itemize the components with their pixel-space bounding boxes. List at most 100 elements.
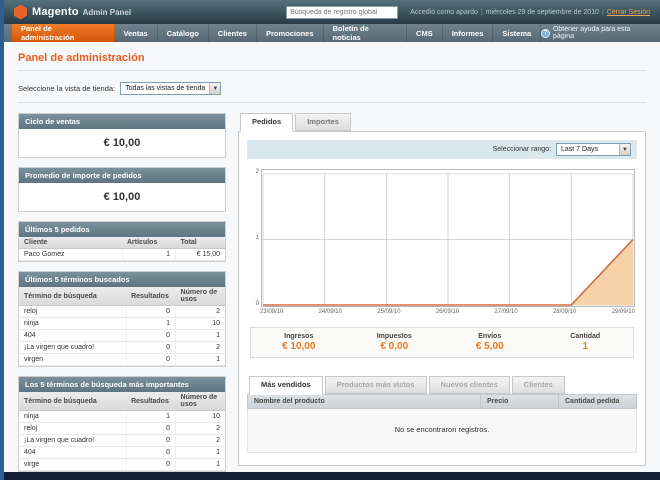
global-search-input[interactable]	[286, 5, 399, 19]
search-term: ninja	[19, 317, 127, 330]
nav-item-boletin[interactable]: Boletín de noticias	[324, 24, 408, 42]
y-tick-label: 0	[255, 301, 259, 307]
search-term: ¡La virgen que cuadro!	[19, 434, 127, 447]
logged-in-as: Accedió como apardo	[410, 8, 478, 16]
store-view-select[interactable]: Todas las vistas de tienda ▼	[120, 82, 222, 95]
stat-label: Ingresos	[284, 333, 314, 340]
order-items: 1	[121, 248, 176, 261]
x-tick-label: 28/09/10	[552, 309, 577, 315]
get-help-link[interactable]: ? Obtener ayuda para esta página	[541, 24, 660, 42]
main-navigation: Panel de administración Ventas Catálogo …	[4, 24, 660, 42]
search-term: reloj	[19, 305, 127, 318]
order-total: € 15,00	[175, 248, 225, 261]
range-bar: Seleccionar rango: Last 7 Days ▼	[247, 140, 637, 159]
search-results: 1	[125, 410, 176, 423]
nav-item-sistema[interactable]: Sistema	[493, 24, 542, 42]
search-uses: 1	[175, 446, 225, 459]
chevron-down-icon: ▼	[209, 83, 221, 94]
window-frame-left	[0, 0, 4, 480]
stat-value: € 5,00	[475, 341, 504, 352]
logout-link[interactable]: Cerrar Sesión	[607, 9, 650, 16]
products-grid-header: Nombre del producto Precio Cantidad pedi…	[247, 394, 637, 409]
tab-nuevos-clientes[interactable]: Nuevos clientes	[428, 376, 510, 394]
range-select[interactable]: Last 7 Days ▼	[556, 143, 631, 156]
search-term: ¡La virgen que cuadro!	[19, 341, 127, 354]
top-search-table: Término de búsqueda Resultados Número de…	[19, 392, 225, 471]
tab-productos-mas-vistos[interactable]: Productos más vistos	[324, 376, 427, 394]
last-orders-title: Últimos 5 pedidos	[19, 222, 225, 237]
left-column: Ciclo de ventas € 10,00 Promedio de impo…	[18, 113, 226, 472]
search-term: 404	[19, 446, 127, 459]
table-row[interactable]: ¡La virgen que cuadro! 0 2	[19, 434, 225, 447]
col-results: Resultados	[126, 287, 176, 306]
search-uses: 2	[175, 341, 225, 354]
tab-importes[interactable]: Importes	[295, 113, 351, 131]
search-results: 0	[125, 353, 176, 366]
nav-item-clientes[interactable]: Clientes	[209, 24, 257, 42]
col-uses: Número de usos	[175, 392, 225, 411]
store-view-row: Seleccione la vista de tienda: Todas las…	[18, 71, 646, 103]
search-term: virge	[19, 458, 127, 471]
nav-item-ventas[interactable]: Ventas	[115, 24, 158, 42]
range-selected: Last 7 Days	[561, 146, 598, 153]
col-total: Total	[175, 237, 225, 249]
empty-records-message: No se encontraron registros.	[247, 409, 637, 453]
col-term: Término de búsqueda	[19, 392, 127, 411]
nav-item-dashboard[interactable]: Panel de administración	[12, 24, 115, 42]
nav-item-catalogo[interactable]: Catálogo	[158, 24, 209, 42]
search-uses: 1	[175, 353, 225, 366]
window-frame-bottom	[0, 472, 660, 480]
table-row[interactable]: Paco Gomez 1 € 15,00	[19, 248, 225, 261]
brand-suffix: Admin Panel	[82, 7, 132, 17]
last-orders-card: Últimos 5 pedidos Cliente Artículos Tota…	[18, 221, 226, 262]
stat-label: Envíos	[478, 333, 502, 340]
search-term: reloj	[19, 422, 127, 435]
store-view-selected: Todas las vistas de tienda	[125, 85, 206, 92]
search-uses: 2	[175, 422, 225, 435]
col-qty: Cantidad pedida	[558, 395, 636, 408]
nav-item-promociones[interactable]: Promociones	[257, 24, 324, 42]
store-view-label: Seleccione la vista de tienda:	[18, 84, 116, 93]
table-row[interactable]: ¡La virgen que cuadro! 0 2	[19, 341, 225, 354]
current-date: miércoles 29 de septiembre de 2010	[485, 8, 599, 16]
tab-mas-vendidos[interactable]: Más vendidos	[249, 376, 323, 395]
chart-y-axis: 2 1 0	[249, 169, 261, 307]
get-help-label: Obtener ayuda para esta página	[552, 26, 631, 40]
table-row[interactable]: 404 0 1	[19, 446, 225, 459]
stat-label: Impuestos	[376, 333, 412, 340]
page-content: Panel de administración Seleccione la vi…	[4, 42, 660, 472]
table-row[interactable]: reloj 0 2	[19, 305, 225, 318]
search-uses: 2	[175, 434, 225, 447]
stat-value: € 0,00	[380, 341, 409, 352]
search-uses: 10	[175, 317, 225, 330]
table-row[interactable]: virge 0 1	[19, 458, 225, 471]
help-icon: ?	[541, 28, 550, 38]
stat-ingresos: Ingresos € 10,00	[251, 333, 347, 352]
search-results: 1	[125, 317, 176, 330]
table-row[interactable]: reloj 0 2	[19, 422, 225, 435]
average-orders-card: Promedio de importe de pedidos € 10,00	[18, 167, 226, 212]
table-row[interactable]: ninja 1 10	[19, 317, 225, 330]
stat-value: € 10,00	[282, 341, 316, 352]
col-term: Término de búsqueda	[19, 287, 127, 306]
nav-item-informes[interactable]: Informes	[443, 24, 494, 42]
last-search-title: Últimos 5 términos buscados	[19, 272, 225, 287]
top-search-title: Los 5 términos de búsqueda más important…	[19, 377, 225, 392]
y-tick-label: 1	[255, 235, 259, 241]
tab-pedidos[interactable]: Pedidos	[240, 113, 294, 132]
right-column: Pedidos Importes Seleccionar rango: Last…	[238, 113, 646, 466]
search-results: 0	[125, 305, 176, 318]
stat-envios: Envíos € 5,00	[442, 333, 538, 352]
nav-item-cms[interactable]: CMS	[407, 24, 443, 42]
dashboard-columns: Ciclo de ventas € 10,00 Promedio de impo…	[18, 113, 646, 472]
col-price: Precio	[480, 395, 558, 408]
tab-clientes[interactable]: Clientes	[511, 376, 565, 394]
meta-separator: |	[601, 8, 604, 16]
table-row[interactable]: ninja 1 10	[19, 410, 225, 423]
search-uses: 1	[175, 329, 225, 342]
search-results: 0	[125, 446, 176, 459]
search-results: 0	[125, 329, 176, 342]
header-meta: Accedió como apardo | miércoles 29 de sept…	[410, 9, 650, 16]
table-row[interactable]: 404 0 1	[19, 329, 225, 342]
table-row[interactable]: virgen 0 1	[19, 353, 225, 366]
